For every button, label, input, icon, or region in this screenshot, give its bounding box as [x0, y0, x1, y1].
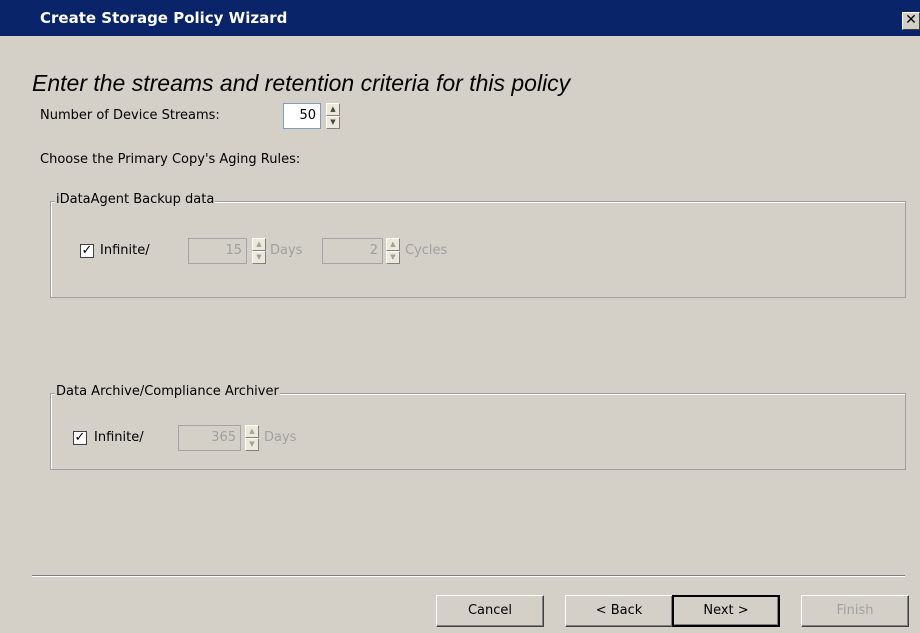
backup-cycles-input[interactable]: 2 [322, 238, 383, 264]
device-streams-spinner[interactable]: ▲ ▼ [326, 103, 340, 129]
spin-down-icon[interactable]: ▼ [245, 438, 259, 451]
archive-group-legend: Data Archive/Compliance Archiver [55, 384, 280, 399]
device-streams-label: Number of Device Streams: [40, 108, 220, 123]
backup-days-input[interactable]: 15 [188, 238, 247, 264]
page-heading: Enter the streams and retention criteria… [32, 70, 571, 96]
title-bar: Create Storage Policy Wizard ✕ [0, 0, 920, 36]
footer-separator [32, 575, 905, 577]
backup-days-value: 15 [225, 243, 242, 258]
next-button[interactable]: Next > [672, 595, 780, 627]
archive-days-value: 365 [211, 430, 236, 445]
back-button[interactable]: < Back [565, 595, 673, 627]
archive-days-spinner[interactable]: ▲ ▼ [245, 425, 259, 451]
window-title: Create Storage Policy Wizard [40, 9, 288, 27]
spin-up-icon[interactable]: ▲ [245, 425, 259, 438]
backup-infinite-checkbox[interactable]: ✓ [80, 244, 94, 258]
archive-days-label: Days [264, 430, 297, 445]
close-button[interactable]: ✕ [902, 12, 920, 30]
backup-group-legend: iDataAgent Backup data [55, 192, 216, 207]
checkmark-icon: ✓ [81, 243, 93, 258]
backup-infinite-label: Infinite/ [100, 243, 150, 258]
backup-cycles-spinner[interactable]: ▲ ▼ [386, 238, 400, 264]
spin-down-icon[interactable]: ▼ [252, 251, 266, 264]
archive-infinite-checkbox[interactable]: ✓ [73, 431, 87, 445]
checkmark-icon: ✓ [74, 430, 86, 445]
spin-up-icon[interactable]: ▲ [252, 238, 266, 251]
backup-cycles-value: 2 [369, 243, 378, 258]
spin-up-icon[interactable]: ▲ [326, 103, 340, 116]
spin-down-icon[interactable]: ▼ [326, 116, 340, 129]
archive-infinite-label: Infinite/ [94, 430, 144, 445]
backup-days-spinner[interactable]: ▲ ▼ [252, 238, 266, 264]
finish-button[interactable]: Finish [801, 595, 909, 627]
device-streams-value: 50 [299, 108, 316, 123]
archive-days-input[interactable]: 365 [178, 425, 241, 451]
backup-data-group: iDataAgent Backup data [50, 192, 906, 298]
aging-rules-label: Choose the Primary Copy's Aging Rules: [40, 152, 301, 167]
spin-down-icon[interactable]: ▼ [386, 251, 400, 264]
close-icon: ✕ [905, 12, 917, 28]
backup-days-label: Days [270, 243, 303, 258]
spin-up-icon[interactable]: ▲ [386, 238, 400, 251]
cancel-button[interactable]: Cancel [436, 595, 544, 627]
device-streams-input[interactable]: 50 [283, 103, 321, 129]
backup-cycles-label: Cycles [405, 243, 448, 258]
